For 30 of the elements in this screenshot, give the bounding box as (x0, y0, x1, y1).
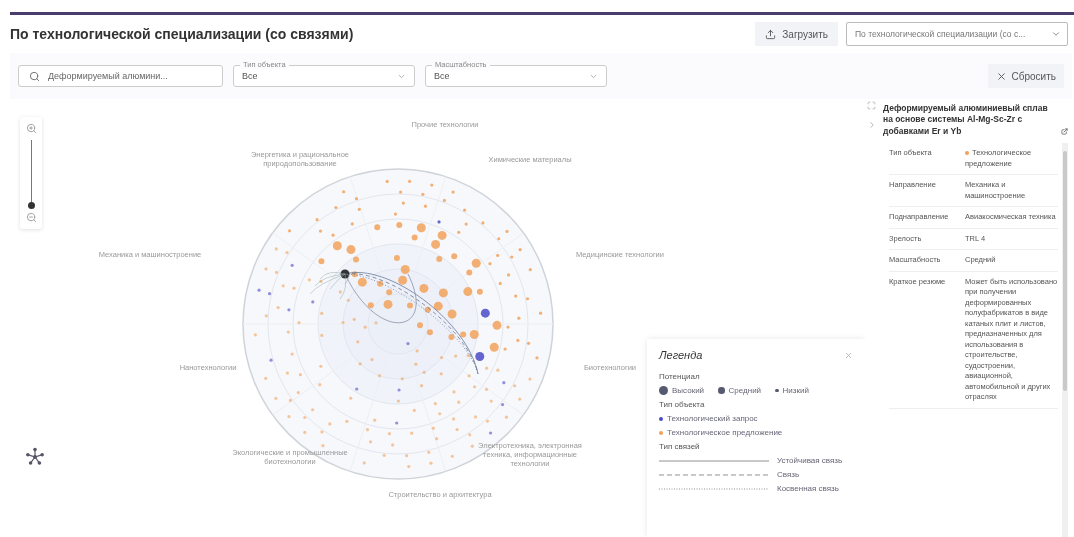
legend-title: Легенда (659, 349, 703, 361)
reset-button[interactable]: Сбросить (987, 64, 1064, 88)
legend-heading: Потенциал (659, 372, 701, 381)
upload-icon (765, 28, 777, 40)
hub-icon[interactable] (25, 447, 45, 467)
legend-item: Косвенная связь (777, 484, 839, 493)
chevron-right-icon[interactable] (867, 120, 877, 130)
scrollbar[interactable] (1062, 143, 1068, 537)
chevron-down-icon (1051, 29, 1061, 39)
slider-thumb[interactable] (27, 202, 35, 209)
legend-heading: Тип объекта (659, 400, 706, 409)
legend-item: Устойчивая связь (777, 456, 843, 465)
zoom-in-icon[interactable] (25, 123, 37, 134)
legend-item: Высокий (659, 386, 705, 395)
legend-item: Технологическое предложение (659, 428, 853, 437)
legend-item: Средний (718, 386, 762, 395)
close-icon (995, 70, 1007, 82)
legend-item: Низкий (775, 386, 809, 395)
expand-icon[interactable] (867, 101, 876, 110)
external-link-icon[interactable] (1061, 128, 1068, 136)
search-field[interactable]: Деформируемый алюмини... (18, 65, 223, 87)
search-icon (29, 70, 40, 82)
legend-item: Связь (777, 470, 800, 479)
details-title: Деформируемый алюминиевый сплав на основе системы Al-Mg-Sc-Zr с добавками Er и Yb (883, 103, 1049, 138)
view-select[interactable]: По технологической специализации (со с... (846, 22, 1068, 46)
legend-item: Технологический запрос (659, 414, 853, 423)
upload-button[interactable]: Загрузить (755, 22, 838, 46)
page-title: По технологической специализации (со связями) (10, 26, 354, 42)
close-icon[interactable] (844, 350, 853, 360)
legend-heading: Тип связей (659, 442, 701, 451)
